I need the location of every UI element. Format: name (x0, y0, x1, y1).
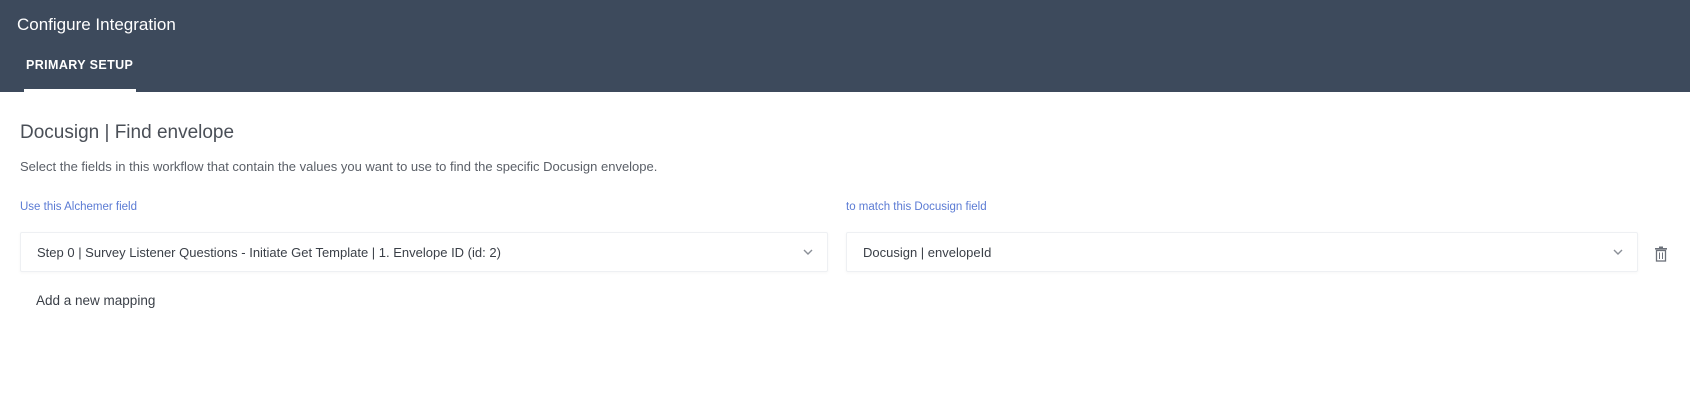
page-title: Configure Integration (17, 15, 176, 34)
docusign-field-label: to match this Docusign field (846, 201, 987, 213)
alchemer-field-label: Use this Alchemer field (20, 201, 137, 213)
docusign-field-select[interactable]: Docusign | envelopeId (846, 232, 1638, 272)
header-bar: Configure Integration PRIMARY SETUP (0, 0, 1690, 92)
chevron-down-icon (803, 249, 813, 255)
docusign-field-value: Docusign | envelopeId (863, 245, 992, 260)
section-heading: Docusign | Find envelope (20, 122, 235, 143)
section-description: Select the fields in this workflow that … (20, 159, 658, 174)
tab-primary-setup[interactable]: PRIMARY SETUP (24, 58, 135, 92)
chevron-down-icon (1613, 249, 1623, 255)
add-mapping-link[interactable]: Add a new mapping (36, 293, 155, 308)
active-tab-indicator (24, 89, 136, 92)
alchemer-field-select[interactable]: Step 0 | Survey Listener Questions - Ini… (20, 232, 828, 272)
trash-icon[interactable] (1654, 246, 1668, 262)
alchemer-field-value: Step 0 | Survey Listener Questions - Ini… (37, 245, 501, 260)
